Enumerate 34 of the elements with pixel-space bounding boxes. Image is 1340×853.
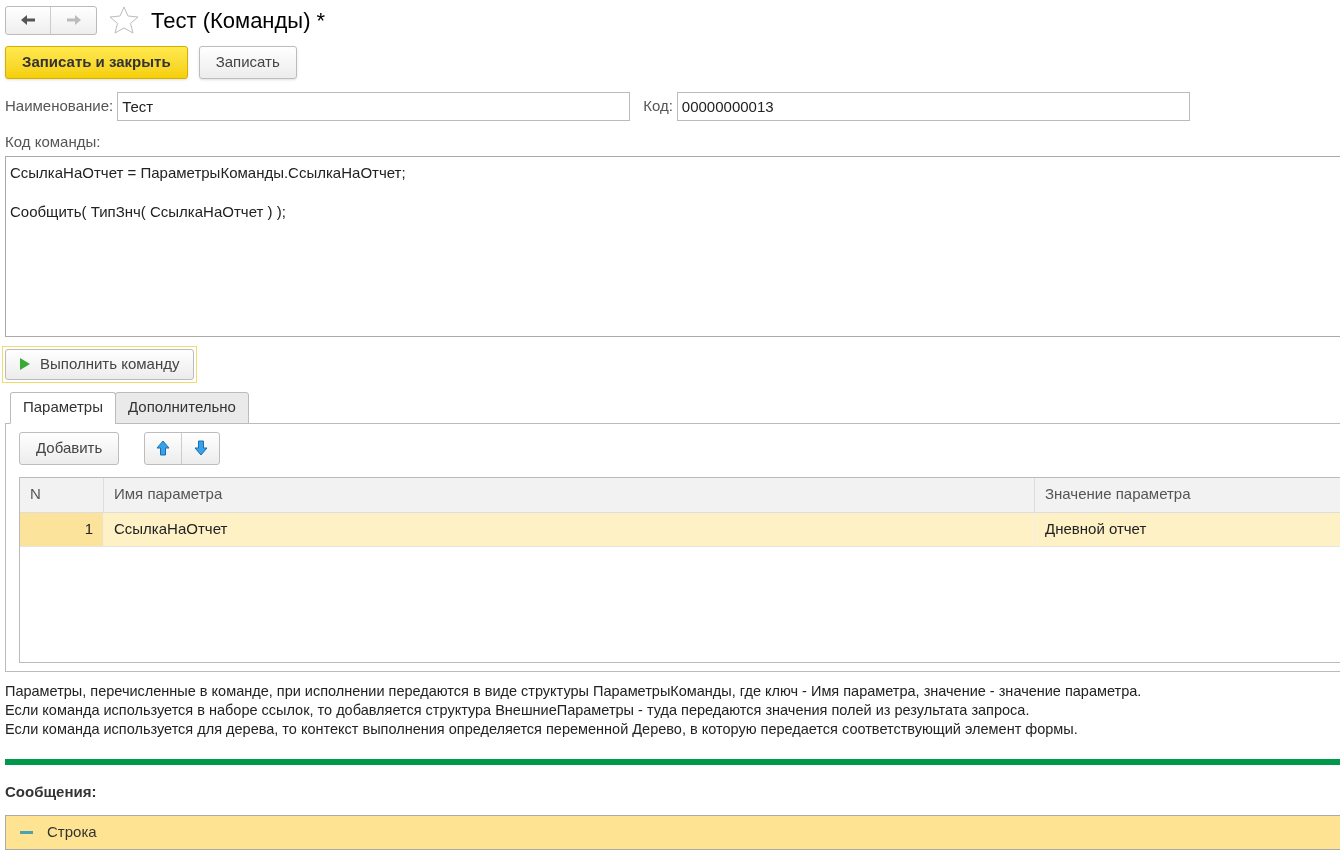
text-field[interactable]: 00000000013	[676, 91, 1190, 121]
save-button[interactable]: Записать	[198, 46, 297, 79]
text-field[interactable]: Тест	[117, 91, 631, 121]
description-text: Параметры, перечисленные в команде, при исполнении передаются в виде структуры ПараметрыКоманды, где ключ - Имя параметра, значение - значение параметра.	[5, 681, 1142, 701]
table-cell: СсылкаНаОтчет	[104, 512, 1035, 546]
table-row[interactable]: 1 СсылкаНаОтчет Дневной отчет	[20, 512, 1340, 547]
description-text: Если команда используется для дерева, то контекст выполнения определяется переменной Дерево, в которую передается соответствующий элемент формы.	[5, 719, 1078, 739]
play-icon	[20, 358, 30, 370]
star-icon[interactable]	[109, 6, 139, 34]
column-header: Имя параметра	[104, 477, 1035, 512]
table-cell: 1	[20, 512, 104, 546]
down-arrow-icon	[193, 440, 208, 456]
messages-title: Сообщения:	[5, 781, 97, 802]
code-line: СсылкаНаОтчет = ПараметрыКоманды.СсылкаНаОтчет;	[10, 162, 406, 183]
field-label: Наименование:	[5, 95, 114, 116]
code-editor[interactable]: СсылкаНаОтчет = ПараметрыКоманды.СсылкаНаОтчет; Сообщить( ТипЗнч( СсылкаНаОтчет ) );	[5, 155, 1340, 337]
window-title: Тест (Команды) *	[151, 6, 326, 35]
up-arrow-icon	[156, 440, 171, 456]
forward-arrow-icon	[65, 14, 82, 26]
tab[interactable]: Дополнительно	[114, 391, 249, 424]
add-button[interactable]: Добавить	[19, 431, 120, 465]
code-line: Сообщить( ТипЗнч( СсылкаНаОтчет ) );	[10, 201, 286, 222]
message-text: Строка	[47, 822, 97, 843]
back-arrow-icon	[20, 14, 36, 26]
column-header: N	[20, 477, 104, 512]
field-label: Код команды:	[5, 132, 101, 152]
table-cell-text: Дневной отчет	[1044, 518, 1148, 539]
save-and-close-button[interactable]: Записать и закрыть	[5, 46, 188, 79]
run-command-button[interactable]: Выполнить команду	[5, 348, 195, 380]
tab[interactable]: Параметры	[10, 391, 116, 424]
field-label: Код:	[643, 95, 673, 116]
column-header: Значение параметра	[1044, 484, 1192, 505]
message-row[interactable]: Строка	[5, 815, 1340, 850]
description-text: Если команда используется в наборе ссылок, то добавляется структура ВнешниеПараметры - туда передаются значения полей из результата запроса.	[5, 700, 1030, 720]
